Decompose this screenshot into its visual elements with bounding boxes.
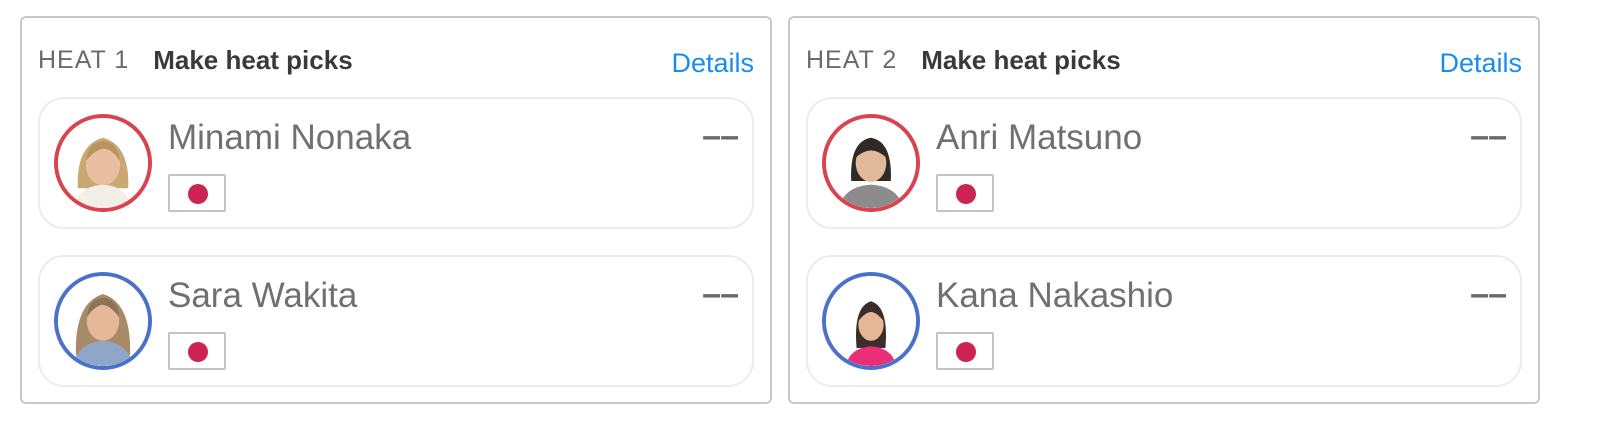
surfer-photo-icon <box>58 276 148 366</box>
heat-title: Make heat picks <box>153 44 353 75</box>
surfer-name: Sara Wakita <box>168 276 358 315</box>
surfer-photo-icon <box>826 118 916 208</box>
japan-flag-icon <box>936 332 994 370</box>
japan-flag-icon <box>168 332 226 370</box>
heat-card-2: HEAT 2 Make heat picks Details Anri Mats… <box>788 16 1540 404</box>
surfer-avatar <box>54 272 152 370</box>
surfer-avatar <box>822 114 920 212</box>
heat-label: HEAT 2 <box>806 45 898 74</box>
surfer-row[interactable]: Kana Nakashio –– <box>806 255 1522 387</box>
japan-flag-icon <box>936 174 994 212</box>
surfer-photo-icon <box>826 276 916 366</box>
surfer-photo-icon <box>58 118 148 208</box>
details-link[interactable]: Details <box>1439 48 1522 79</box>
surfer-row[interactable]: Minami Nonaka –– <box>38 97 754 229</box>
surfer-avatar <box>54 114 152 212</box>
surfer-name: Kana Nakashio <box>936 276 1174 315</box>
surfer-row[interactable]: Anri Matsuno –– <box>806 97 1522 229</box>
surfer-name: Anri Matsuno <box>936 118 1143 157</box>
heat-card-1: HEAT 1 Make heat picks Details Minami No… <box>20 16 772 404</box>
details-link[interactable]: Details <box>671 48 754 79</box>
japan-flag-icon <box>168 174 226 212</box>
surfer-score: –– <box>1470 117 1507 155</box>
surfer-name: Minami Nonaka <box>168 118 412 157</box>
heat-header: HEAT 2 Make heat picks Details <box>806 44 1522 79</box>
surfer-avatar <box>822 272 920 370</box>
surfer-row[interactable]: Sara Wakita –– <box>38 255 754 387</box>
surfer-score: –– <box>1470 275 1507 313</box>
heat-label: HEAT 1 <box>38 45 130 74</box>
heat-header: HEAT 1 Make heat picks Details <box>38 44 754 79</box>
surfer-score: –– <box>702 117 739 155</box>
surfer-score: –– <box>702 275 739 313</box>
heat-title: Make heat picks <box>921 44 1121 75</box>
